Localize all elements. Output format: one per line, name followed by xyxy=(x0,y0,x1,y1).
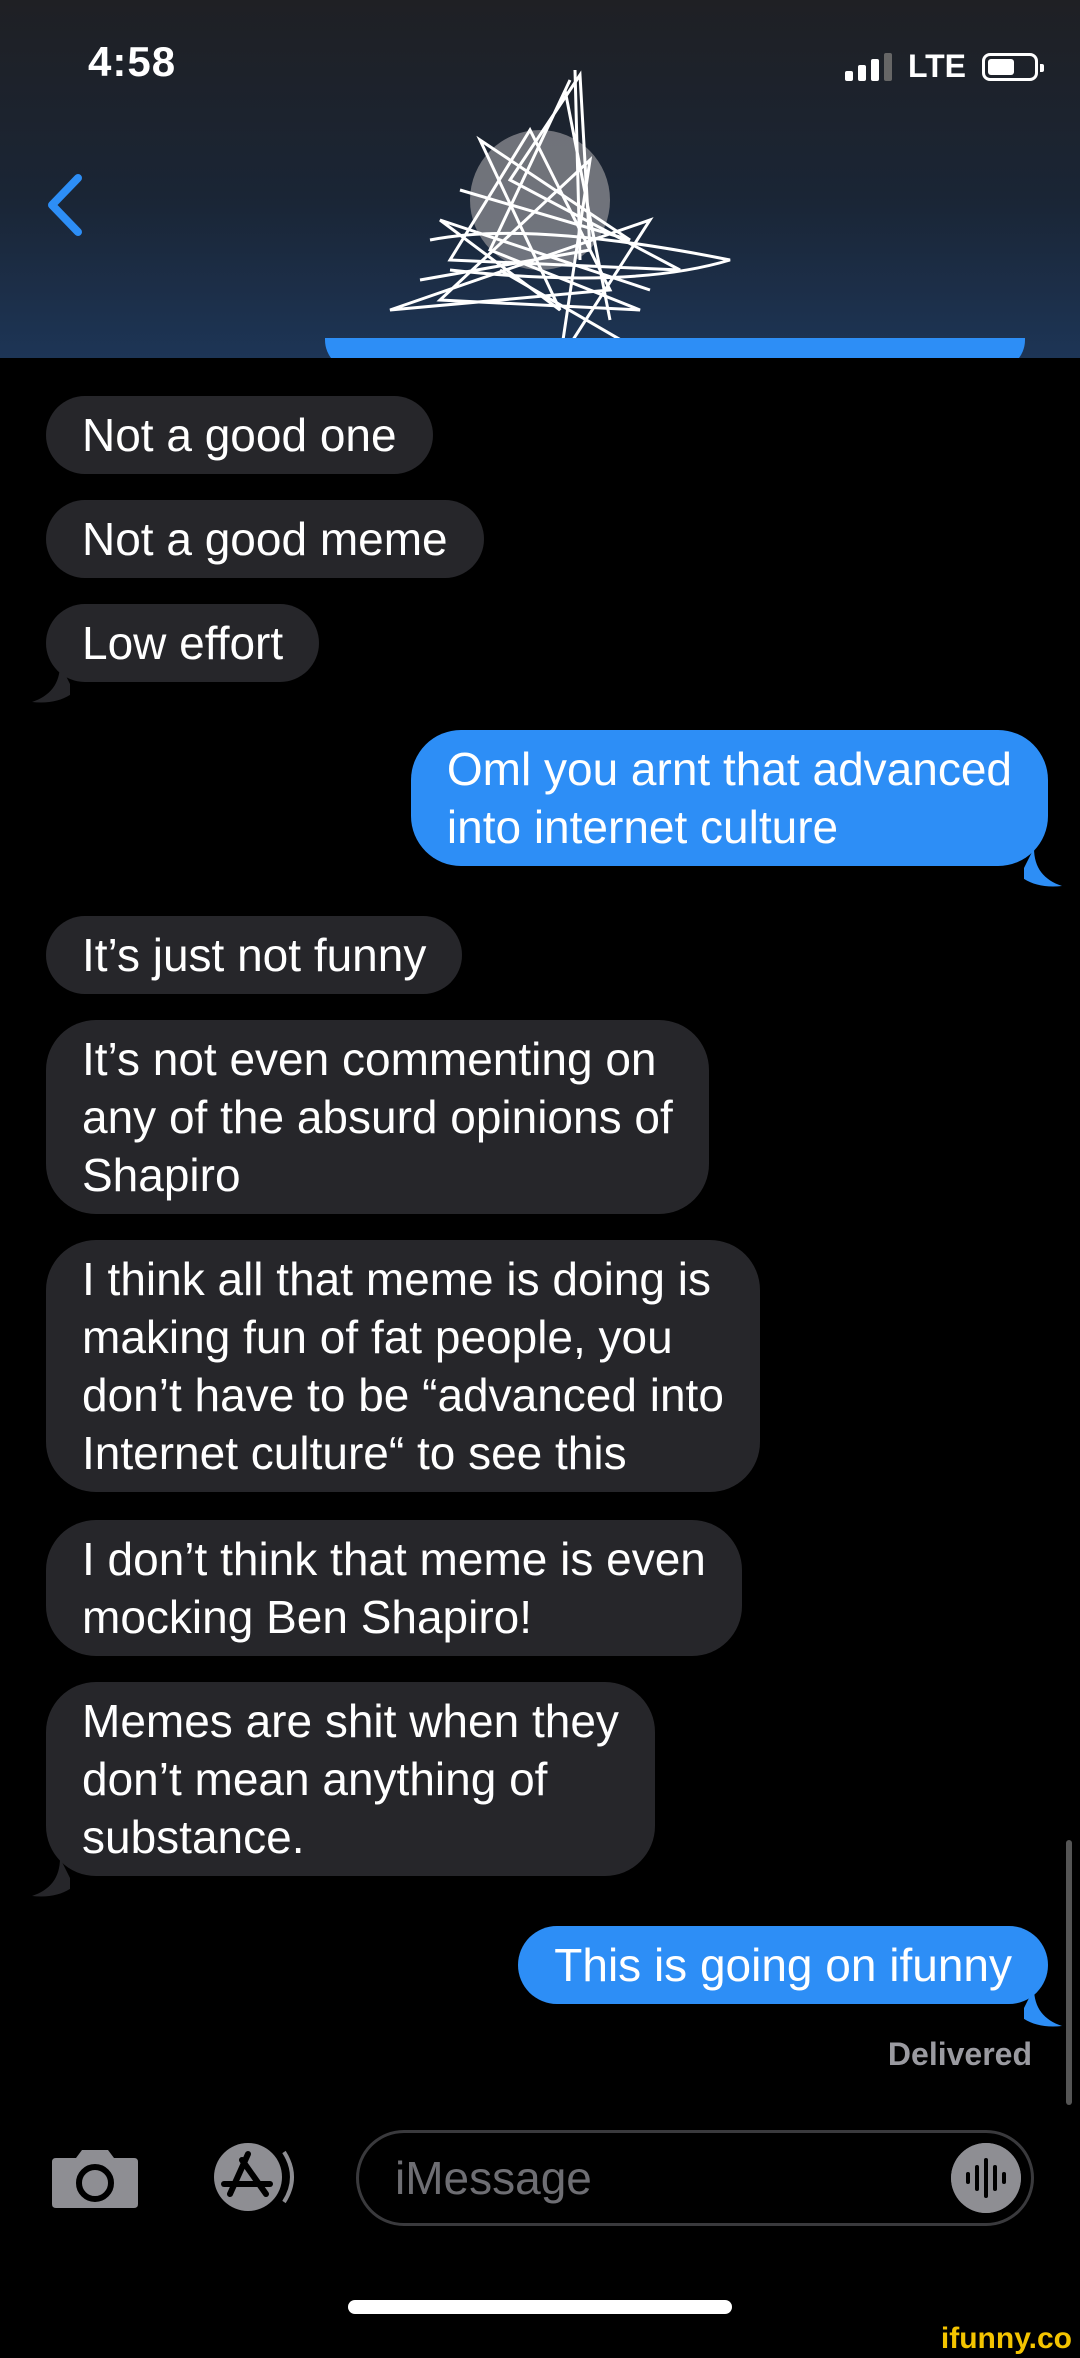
outgoing-message[interactable]: Oml you arnt that advanced into internet… xyxy=(410,730,1048,866)
scrollbar[interactable] xyxy=(1066,1840,1072,2105)
conversation-header: 4:58 LTE xyxy=(0,0,1080,358)
status-indicators: LTE xyxy=(844,48,1044,85)
message-input[interactable]: iMessage xyxy=(356,2130,1034,2226)
back-chevron-icon[interactable] xyxy=(40,170,90,240)
incoming-message[interactable]: I think all that meme is doing is making… xyxy=(46,1240,760,1492)
delivered-status: Delivered xyxy=(887,2036,1032,2072)
ifunny-watermark: ifunny.co xyxy=(940,2322,1072,2355)
network-type: LTE xyxy=(907,48,966,84)
incoming-message[interactable]: I don’t think that meme is even mocking … xyxy=(46,1520,742,1656)
battery-icon xyxy=(982,52,1044,81)
composer-bar: iMessage xyxy=(0,2120,1080,2226)
redacted-contact-avatar[interactable] xyxy=(330,60,790,358)
incoming-message[interactable]: It’s not even commenting on any of the a… xyxy=(46,1020,709,1214)
status-time: 4:58 xyxy=(88,38,177,85)
camera-icon[interactable] xyxy=(50,2146,140,2210)
bubble-tail xyxy=(32,1858,70,1897)
incoming-message[interactable]: It’s just not funny xyxy=(46,916,463,994)
home-indicator[interactable] xyxy=(348,2300,732,2314)
incoming-message[interactable]: Not a good meme xyxy=(46,500,484,578)
outgoing-message[interactable]: This is going on ifunny xyxy=(518,1926,1048,2004)
incoming-message[interactable]: Low effort xyxy=(46,604,320,682)
signal-icon xyxy=(844,52,892,81)
bubble-tail xyxy=(1024,1988,1062,2027)
previous-message-bubble xyxy=(325,338,1025,358)
app-store-icon[interactable] xyxy=(200,2140,310,2214)
message-input-placeholder: iMessage xyxy=(395,2152,592,2204)
bubble-tail xyxy=(32,664,70,703)
bubble-tail xyxy=(1024,848,1062,887)
audio-message-icon[interactable] xyxy=(951,2143,1021,2213)
incoming-message[interactable]: Not a good one xyxy=(46,396,433,474)
incoming-message[interactable]: Memes are shit when they don’t mean anyt… xyxy=(46,1682,655,1876)
